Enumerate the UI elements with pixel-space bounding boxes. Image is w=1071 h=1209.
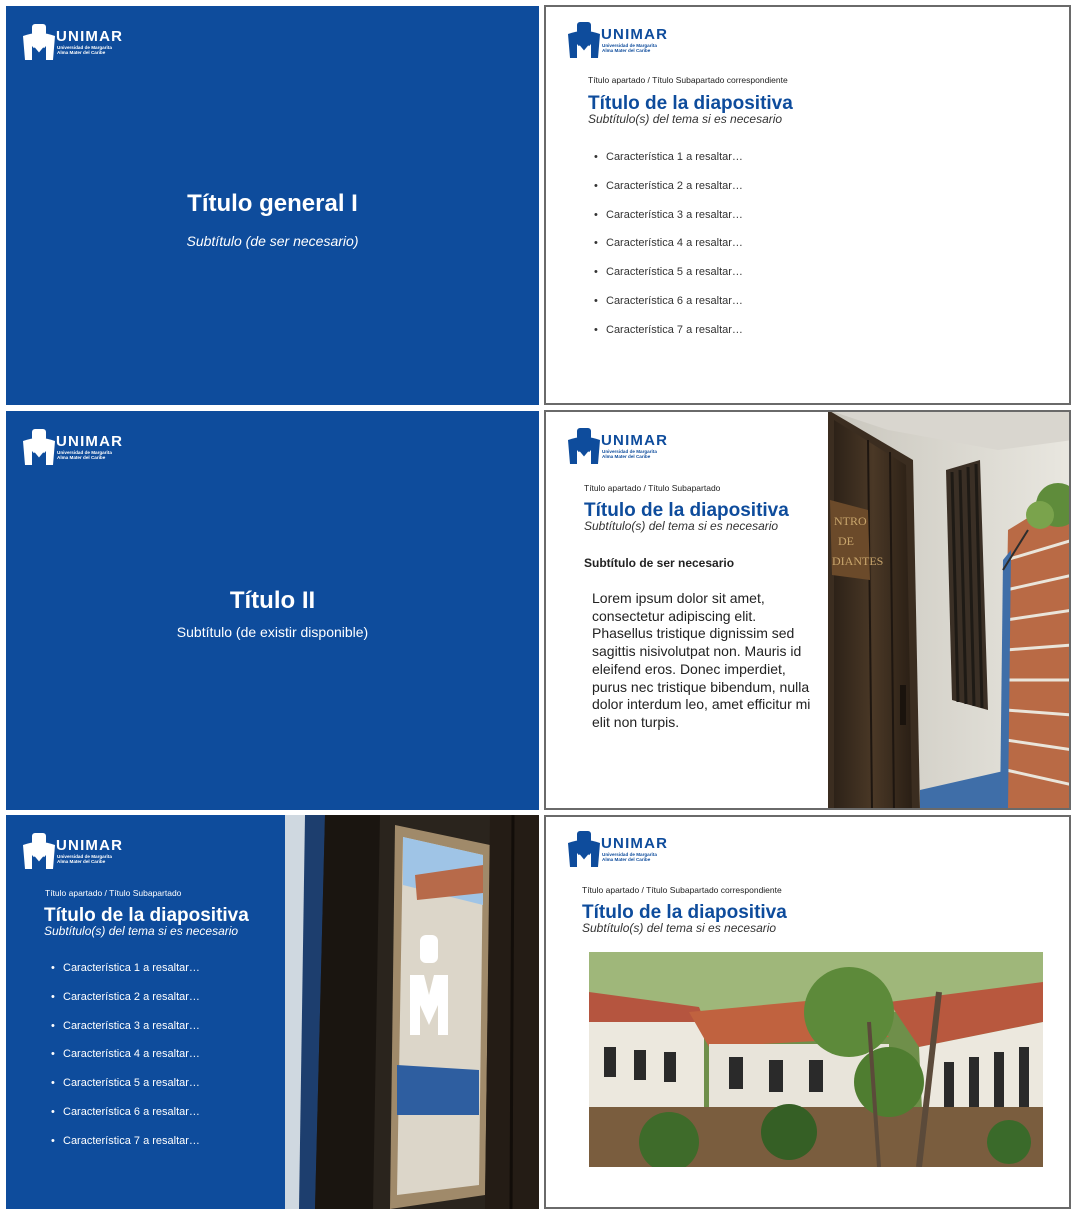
unimar-logo: UNIMAR Universidad de Margarita Alma Mat…	[565, 426, 695, 466]
unimar-emblem-icon	[23, 833, 55, 869]
section-heading: Subtítulo de ser necesario	[584, 556, 735, 570]
svg-text:DE: DE	[838, 534, 854, 548]
unimar-logo: UNIMAR Universidad de Margarita Alma Mat…	[20, 831, 150, 871]
photo-campus-courtyard	[589, 952, 1043, 1167]
bullet-item: Característica 3 a resaltar…	[594, 209, 743, 238]
section-subtitle: Subtítulo (de existir disponible)	[176, 624, 369, 640]
slide-title-general[interactable]: UNIMAR Universidad de Margarita Alma Mat…	[6, 6, 539, 405]
unimar-logo: UNIMAR Universidad de Margarita Alma Mat…	[565, 829, 695, 869]
logo-wordmark: UNIMAR	[601, 432, 669, 449]
bullet-item: Característica 1 a resaltar…	[51, 962, 200, 991]
body-paragraph: Lorem ipsum dolor sit amet, consectetur …	[592, 590, 811, 730]
slide-main-subtitle: Subtítulo (de ser necesario)	[186, 233, 359, 249]
bullet-item: Característica 2 a resaltar…	[594, 180, 743, 209]
slide-subtitle: Subtítulo(s) del tema si es necesario	[582, 921, 777, 935]
photo-doorway-image: NTRO DE DIANTES	[828, 412, 1069, 808]
bullet-item: Característica 7 a resaltar…	[51, 1135, 200, 1164]
bullet-item: Característica 7 a resaltar…	[594, 324, 743, 353]
breadcrumb: Título apartado / Título Subapartado cor…	[582, 885, 782, 895]
unimar-emblem-icon	[568, 22, 600, 58]
bullet-item: Característica 6 a resaltar…	[51, 1106, 200, 1135]
breadcrumb: Título apartado / Título Subapartado	[45, 888, 182, 898]
logo-line-2: Alma Mater del Caribe	[57, 50, 106, 55]
svg-text:DIANTES: DIANTES	[832, 554, 883, 568]
bullet-item: Característica 5 a resaltar…	[51, 1077, 200, 1106]
slide-subtitle: Subtítulo(s) del tema si es necesario	[588, 112, 783, 126]
logo-wordmark: UNIMAR	[56, 433, 124, 450]
logo-line-2: Alma Mater del Caribe	[57, 859, 106, 864]
slide-text-photo[interactable]: UNIMAR Universidad de Margarita Alma Mat…	[544, 410, 1071, 810]
breadcrumb: Título apartado / Título Subapartado cor…	[588, 75, 788, 85]
logo-line-2: Alma Mater del Caribe	[602, 454, 651, 459]
unimar-logo: UNIMAR Universidad de Margarita Alma Mat…	[20, 427, 150, 467]
unimar-logo: UNIMAR Universidad de Margarita Alma Mat…	[565, 20, 695, 60]
slide-title-photo[interactable]: UNIMAR Universidad de Margarita Alma Mat…	[544, 815, 1071, 1209]
photo-door-image	[285, 815, 539, 1209]
bullet-item: Característica 4 a resaltar…	[594, 237, 743, 266]
unimar-emblem-icon	[23, 429, 55, 465]
slide-main-title: Título general I	[187, 190, 358, 217]
photo-building-doorway: NTRO DE DIANTES	[828, 412, 1069, 808]
bullet-item: Característica 3 a resaltar…	[51, 1020, 200, 1049]
logo-line-2: Alma Mater del Caribe	[602, 857, 651, 862]
sign-text: NTRO	[834, 514, 867, 528]
slide-subtitle: Subtítulo(s) del tema si es necesario	[44, 924, 239, 938]
bullet-list: Característica 1 a resaltar… Característ…	[594, 151, 743, 353]
logo-wordmark: UNIMAR	[601, 26, 669, 43]
bullet-item: Característica 1 a resaltar…	[594, 151, 743, 180]
unimar-emblem-icon	[23, 24, 55, 60]
logo-line-2: Alma Mater del Caribe	[57, 455, 106, 460]
logo-wordmark: UNIMAR	[56, 837, 124, 854]
photo-door-reflection	[285, 815, 539, 1209]
unimar-logo: UNIMAR Universidad de Margarita Alma Mat…	[20, 22, 150, 62]
bullet-list: Característica 1 a resaltar… Característ…	[51, 962, 200, 1164]
logo-wordmark: UNIMAR	[601, 835, 669, 852]
bullet-item: Característica 4 a resaltar…	[51, 1048, 200, 1077]
unimar-emblem-icon	[568, 831, 600, 867]
logo-line-2: Alma Mater del Caribe	[602, 48, 651, 53]
breadcrumb: Título apartado / Título Subapartado	[584, 483, 721, 493]
slide-subtitle: Subtítulo(s) del tema si es necesario	[584, 519, 779, 533]
bullet-item: Característica 2 a resaltar…	[51, 991, 200, 1020]
logo-wordmark: UNIMAR	[56, 28, 124, 45]
slide-bullets-blue-photo[interactable]: UNIMAR Universidad de Margarita Alma Mat…	[6, 815, 539, 1209]
slide-bullets-white[interactable]: UNIMAR Universidad de Margarita Alma Mat…	[544, 5, 1071, 405]
section-title: Título II	[229, 587, 316, 614]
bullet-item: Característica 6 a resaltar…	[594, 295, 743, 324]
slide-section-title[interactable]: UNIMAR Universidad de Margarita Alma Mat…	[6, 411, 539, 810]
photo-courtyard-image	[589, 952, 1043, 1167]
unimar-emblem-icon	[568, 428, 600, 464]
bullet-item: Característica 5 a resaltar…	[594, 266, 743, 295]
